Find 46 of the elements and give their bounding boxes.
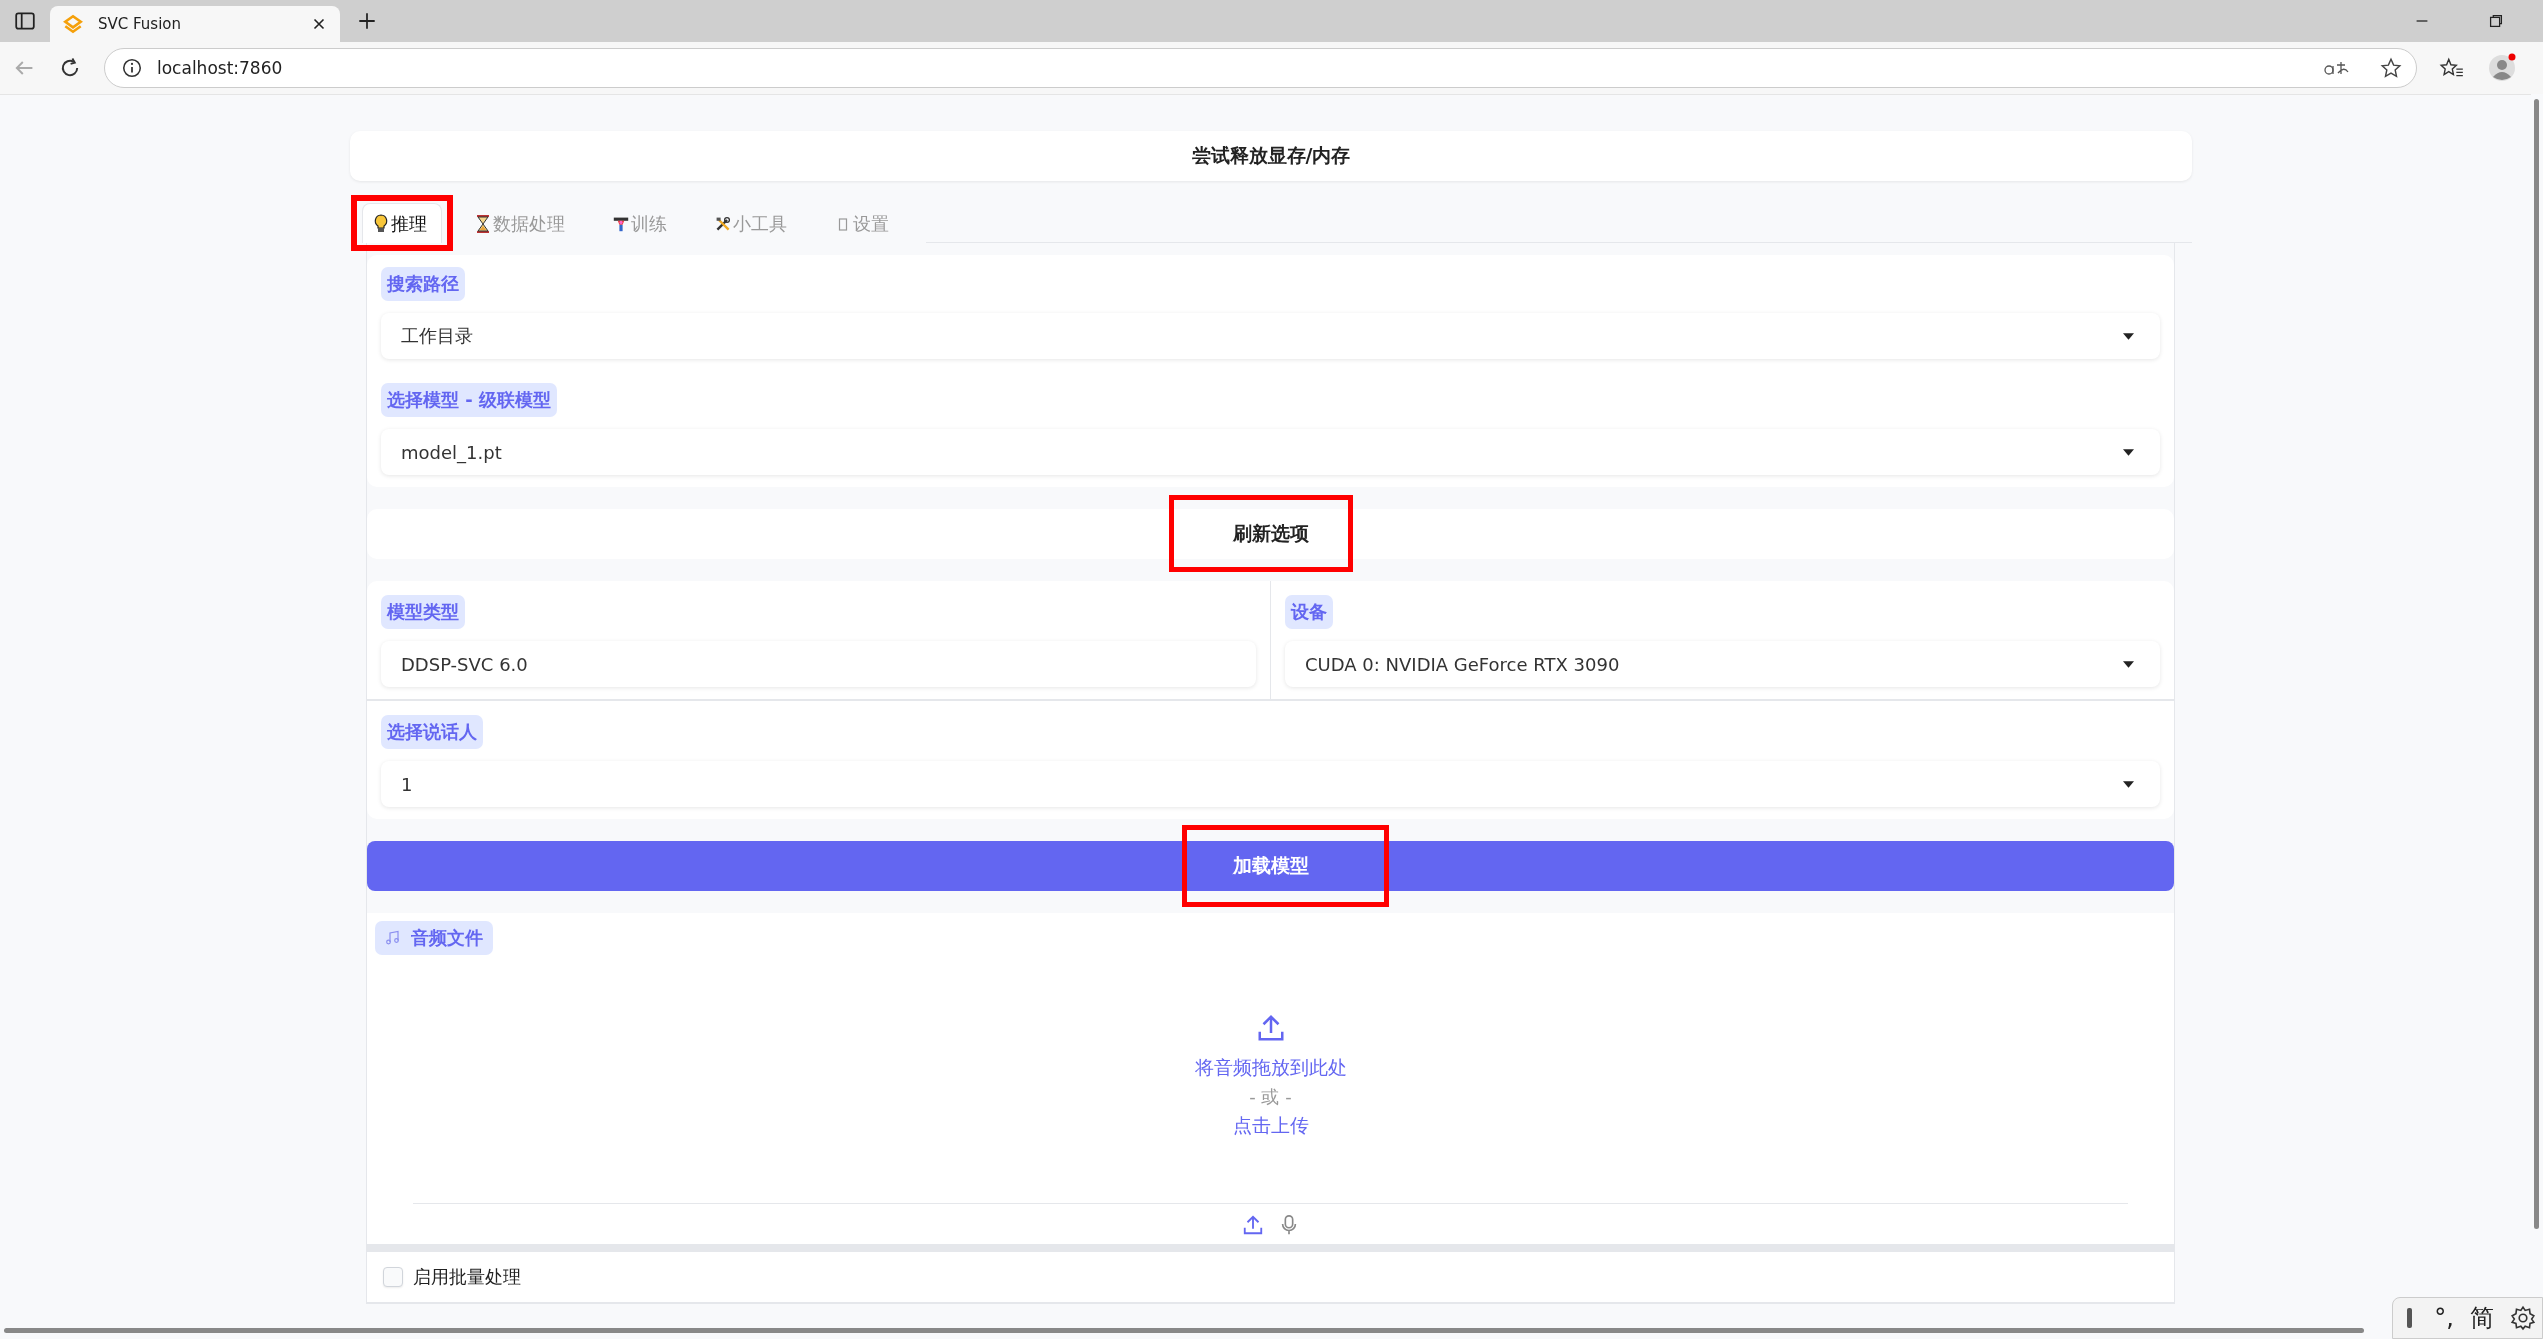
caret-icon (2123, 332, 2134, 340)
drop-hint: 将音频拖放到此处 (1194, 1055, 1347, 1080)
address-bar[interactable]: localhost:7860 (104, 48, 2417, 88)
field-label-text: 音频文件 (411, 926, 483, 950)
caret-icon (2123, 660, 2134, 668)
upload-icon[interactable] (1241, 1214, 1264, 1236)
dropdown[interactable]: CUDA 0: NVIDIA GeForce RTX 3090 (1285, 641, 2160, 687)
tab[interactable]: 推理 (362, 203, 442, 243)
checkbox-label: 启用批量处理 (413, 1265, 521, 1289)
browser-tab[interactable]: SVC Fusion (50, 6, 340, 42)
field-label: 设备 (1285, 595, 1333, 629)
star-icon[interactable] (2380, 57, 2402, 79)
free-memory-button[interactable]: 尝试释放显存/内存 (350, 131, 2192, 181)
new-tab-icon[interactable] (356, 10, 378, 32)
light-bulb-icon (373, 213, 389, 234)
punctuation-mode[interactable]: °, (2434, 1304, 2454, 1332)
field-label: 搜索路径 (381, 267, 465, 301)
logo-icon (62, 13, 84, 35)
horizontal-scrollbar[interactable] (4, 1328, 2364, 1333)
checkbox[interactable] (383, 1267, 403, 1287)
dropdown[interactable]: 工作目录 (381, 313, 2160, 359)
field-label: 选择说话人 (381, 715, 483, 749)
load-model-button[interactable]: 加载模型 (367, 841, 2174, 891)
dropdown[interactable]: 1 (381, 761, 2160, 807)
tab-list-icon[interactable] (14, 10, 36, 32)
info-icon (121, 57, 143, 79)
upload-drop-zone[interactable]: 将音频拖放到此处 - 或 - 点击上传 (367, 955, 2174, 1203)
refresh-button[interactable]: 刷新选项 (367, 509, 2174, 559)
field-label: 选择模型 - 级联模型 (381, 383, 557, 417)
profile-avatar-icon[interactable] (2487, 53, 2517, 83)
text-field[interactable]: DDSP-SVC 6.0 (381, 641, 1256, 687)
favorites-icon[interactable] (2439, 57, 2465, 79)
hourglass-icon (475, 213, 491, 234)
field-label: 模型类型 (381, 595, 465, 629)
music-note-icon (385, 930, 401, 946)
dropdown[interactable]: model_1.pt (381, 429, 2160, 475)
input-mode[interactable]: 简 (2470, 1302, 2494, 1334)
click-upload-link[interactable]: 点击上传 (1232, 1113, 1309, 1139)
caret-icon (2123, 780, 2134, 788)
caret-icon (2123, 448, 2134, 456)
browser-tab-title: SVC Fusion (98, 15, 182, 33)
settings-icon[interactable] (2510, 1305, 2536, 1331)
separator-text: - 或 - (1249, 1085, 1292, 1109)
drag-handle[interactable] (2407, 1308, 2413, 1328)
restore-icon[interactable] (2487, 12, 2505, 30)
vertical-scrollbar[interactable] (2534, 99, 2539, 1229)
